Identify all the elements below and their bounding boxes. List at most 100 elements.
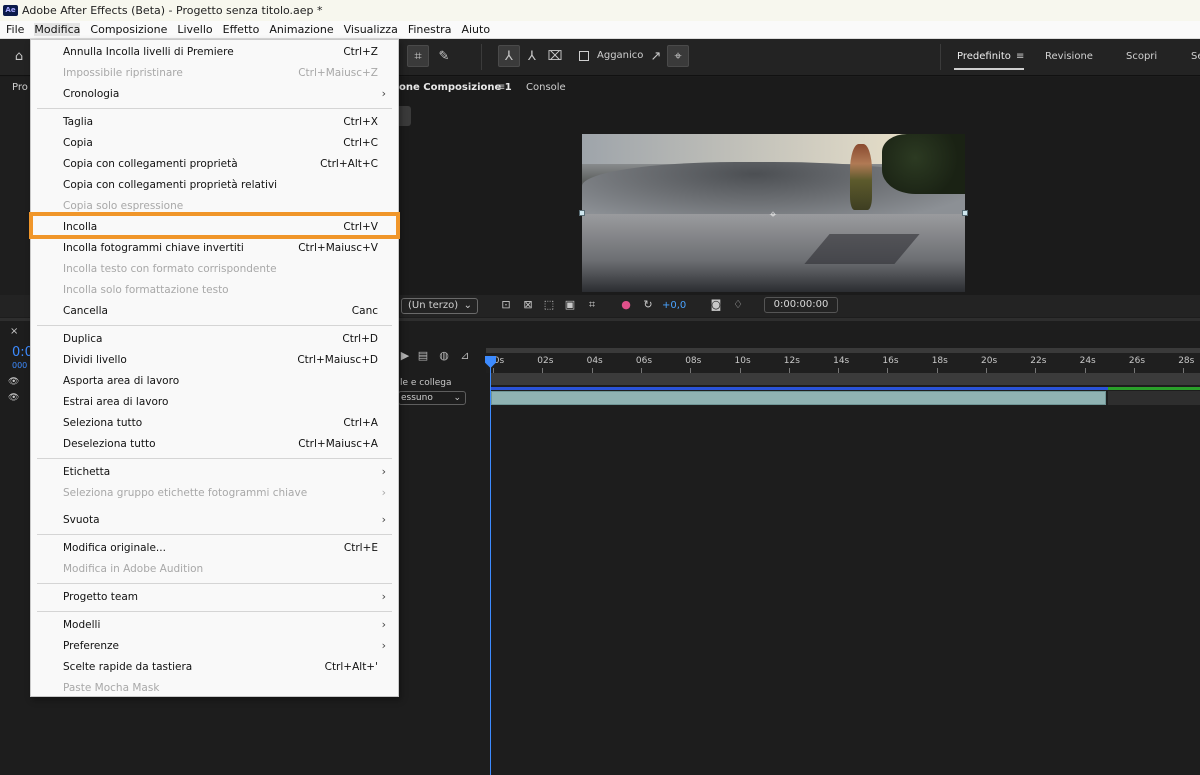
workspace-scopri[interactable]: Scopri xyxy=(1126,51,1157,62)
menu-item-seleziona-tutto[interactable]: Seleziona tutto Ctrl+A xyxy=(31,413,398,434)
snapshot-icon[interactable]: ◙ xyxy=(708,297,724,313)
chevron-right-icon: › xyxy=(381,639,386,652)
menu-item-dividi-livello[interactable]: Dividi livello Ctrl+Maiusc+D xyxy=(31,350,398,371)
menu-item-deseleziona-tutto[interactable]: Deseleziona tutto Ctrl+Maiusc+A xyxy=(31,434,398,455)
parent-dropdown[interactable]: essuno ⌄ xyxy=(398,391,466,405)
layer-visibility-icon[interactable]: 👁 xyxy=(8,393,19,403)
timeline-close-icon[interactable]: × xyxy=(10,326,18,337)
menu-item-shortcut: Ctrl+A xyxy=(343,417,378,429)
menu-file[interactable]: File xyxy=(6,23,24,36)
workspace-predefinito[interactable]: Predefinito xyxy=(957,51,1011,62)
motion-blur-icon[interactable]: ◍ xyxy=(437,349,451,363)
menu-item-copia[interactable]: Copia Ctrl+C xyxy=(31,133,398,154)
menu-item-cancella[interactable]: Cancella Canc xyxy=(31,301,398,322)
transform-handle-right[interactable] xyxy=(962,210,968,216)
ruler-tick-label: 06s xyxy=(635,356,653,366)
frame-blending-icon[interactable]: ▤ xyxy=(416,349,430,363)
color-channels-icon[interactable]: ● xyxy=(618,297,634,313)
menu-item-duplica[interactable]: Duplica Ctrl+D xyxy=(31,329,398,350)
ruler-tick-label: 26s xyxy=(1128,356,1146,366)
workspace-active-indicator xyxy=(954,68,1024,70)
chevron-right-icon: › xyxy=(381,486,386,499)
menu-item-cronologia[interactable]: Cronologia › xyxy=(31,84,398,105)
comp-breadcrumb[interactable] xyxy=(399,106,411,126)
menu-item-etichetta[interactable]: Etichetta › xyxy=(31,462,398,483)
chevron-right-icon: › xyxy=(381,590,386,603)
menu-item-label: Seleziona gruppo etichette fotogrammi ch… xyxy=(63,487,308,499)
show-snapshot-icon[interactable]: ♢ xyxy=(730,297,746,313)
anchor-point-icon[interactable]: ⌖ xyxy=(766,207,780,221)
menu-item-label: Modifica in Adobe Audition xyxy=(63,563,204,575)
transform-handle-left[interactable] xyxy=(579,210,585,216)
expand-icon[interactable]: ↗ xyxy=(645,45,667,67)
menu-animazione[interactable]: Animazione xyxy=(269,23,333,36)
menu-item-estrai-area-di-lavoro[interactable]: Estrai area di lavoro xyxy=(31,392,398,413)
menu-item-scelte-rapide-da-tastiera[interactable]: Scelte rapide da tastiera Ctrl+Alt+' xyxy=(31,657,398,678)
menu-composizione[interactable]: Composizione xyxy=(90,23,167,36)
comp-menu-icon[interactable]: ≡ xyxy=(497,82,505,93)
draft-3d-icon[interactable]: ▶ xyxy=(398,349,412,363)
menu-item-preferenze[interactable]: Preferenze › xyxy=(31,636,398,657)
menu-modifica[interactable]: Modifica xyxy=(34,23,81,36)
pin-icon[interactable]: ✎ xyxy=(433,45,455,67)
ruler-tick-label: 12s xyxy=(783,356,800,366)
snap-checkbox[interactable] xyxy=(579,51,589,61)
world-axis-icon[interactable]: ⅄ xyxy=(521,45,543,67)
playhead-line[interactable] xyxy=(490,356,491,775)
menu-item-label: Taglia xyxy=(63,116,94,128)
menu-item-taglia[interactable]: Taglia Ctrl+X xyxy=(31,112,398,133)
work-area-bar[interactable] xyxy=(490,373,1200,385)
menu-item-copia-con-collegamenti-propriet[interactable]: Copia con collegamenti proprietà Ctrl+Alt… xyxy=(31,154,398,175)
menu-item-modelli[interactable]: Modelli › xyxy=(31,615,398,636)
ruler-tick-label: 10s xyxy=(734,356,751,366)
view-axis-icon[interactable]: ⌧ xyxy=(544,45,566,67)
layer-clip-bar[interactable] xyxy=(491,391,1106,405)
workspace-more[interactable]: Se xyxy=(1191,51,1200,62)
viewer-timecode[interactable]: 0:00:00:00 xyxy=(764,297,838,313)
local-axis-icon[interactable]: ⅄ xyxy=(498,45,520,67)
eye-icon[interactable]: 👁 xyxy=(8,377,19,387)
menu-item-incolla-fotogrammi-chiave-invertiti[interactable]: Incolla fotogrammi chiave invertiti Ctrl+… xyxy=(31,238,398,259)
menu-item-label: Etichetta xyxy=(63,466,111,478)
project-footer xyxy=(0,295,30,317)
menu-effetto[interactable]: Effetto xyxy=(223,23,260,36)
ruler-tick-label: 04s xyxy=(586,356,603,366)
snap-target-icon[interactable]: ⌖ xyxy=(667,45,689,67)
menu-item-svuota[interactable]: Svuota › xyxy=(31,510,398,531)
exposure-value[interactable]: +0,0 xyxy=(662,300,686,311)
menu-item-asporta-area-di-lavoro[interactable]: Asporta area di lavoro xyxy=(31,371,398,392)
ruler-tick-label: 28s xyxy=(1178,356,1195,366)
resolution-dropdown[interactable]: (Un terzo) ⌄ xyxy=(401,298,478,314)
console-tab[interactable]: Console xyxy=(526,82,566,93)
time-navigator[interactable] xyxy=(486,348,1200,353)
menu-item-label: Preferenze xyxy=(63,640,120,652)
safe-margins-icon[interactable]: ▣ xyxy=(562,297,578,313)
menu-item-label: Incolla testo con formato corrispondente xyxy=(63,263,277,275)
roto-brush-icon[interactable]: ⌗ xyxy=(407,45,429,67)
workspace-menu-icon[interactable]: ≡ xyxy=(1016,51,1024,62)
menu-item-copia-con-collegamenti-propriet-relativi[interactable]: Copia con collegamenti proprietà relativ… xyxy=(31,175,398,196)
menu-item-label: Copia solo espressione xyxy=(63,200,184,212)
home-icon[interactable]: ⌂ xyxy=(8,45,30,67)
menu-item-label: Cronologia xyxy=(63,88,120,100)
project-tab[interactable]: Pro xyxy=(12,82,28,93)
region-of-interest-icon[interactable]: ⊡ xyxy=(498,297,514,313)
mask-path-icon[interactable]: ⬚ xyxy=(541,297,557,313)
grid-icon[interactable]: ⌗ xyxy=(584,297,600,313)
menu-item-shortcut: Ctrl+Maiusc+D xyxy=(297,354,378,366)
workspace-revisione[interactable]: Revisione xyxy=(1045,51,1093,62)
menu-item-seleziona-gruppo-etichette-fotogrammi-chiave: Seleziona gruppo etichette fotogrammi ch… xyxy=(31,483,398,504)
menu-aiuto[interactable]: Aiuto xyxy=(461,23,490,36)
graph-editor-icon[interactable]: ⊿ xyxy=(458,349,472,363)
menu-item-progetto-team[interactable]: Progetto team › xyxy=(31,587,398,608)
project-panel xyxy=(0,77,30,317)
menu-visualizza[interactable]: Visualizza xyxy=(344,23,398,36)
menu-finestra[interactable]: Finestra xyxy=(408,23,452,36)
menu-item-annulla-incolla-livelli-di-premiere[interactable]: Annulla Incolla livelli di Premiere Ctrl+… xyxy=(31,42,398,63)
menu-item-shortcut: Ctrl+Alt+C xyxy=(320,158,378,170)
menu-item-modifica-originale[interactable]: Modifica originale... Ctrl+E xyxy=(31,538,398,559)
menu-livello[interactable]: Livello xyxy=(177,23,212,36)
composition-tab[interactable]: one Composizione 1 xyxy=(399,82,512,93)
transparency-grid-icon[interactable]: ⊠ xyxy=(520,297,536,313)
reset-exposure-icon[interactable]: ↻ xyxy=(640,297,656,313)
